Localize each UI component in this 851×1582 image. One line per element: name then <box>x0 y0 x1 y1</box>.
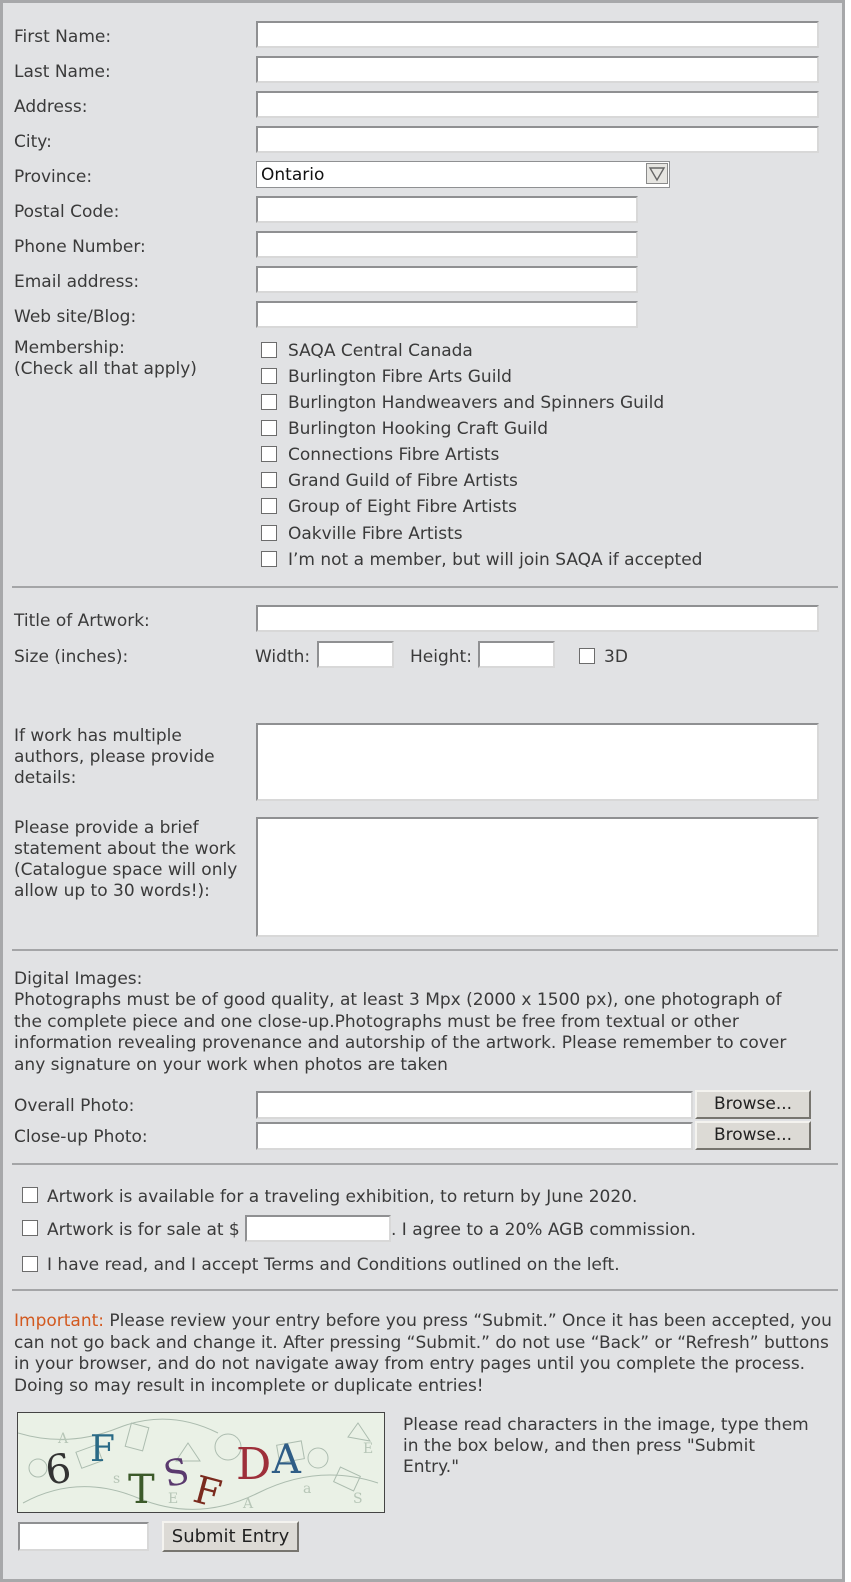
city-input[interactable] <box>256 126 819 153</box>
first-name-input[interactable] <box>256 21 819 48</box>
for-sale-label: Artwork is for sale at $ <box>47 1220 240 1240</box>
submit-entry-button[interactable]: Submit Entry <box>162 1521 299 1552</box>
height-label: Height: <box>410 647 472 667</box>
statement-label: statement about the work <box>14 839 236 859</box>
for-sale-checkbox[interactable] <box>22 1220 38 1236</box>
membership-checkbox[interactable] <box>261 525 277 541</box>
membership-checkbox[interactable] <box>261 342 277 358</box>
last-name-label: Last Name: <box>14 62 111 82</box>
membership-option-label: SAQA Central Canada <box>288 341 473 361</box>
membership-option-label: Connections Fibre Artists <box>288 445 500 465</box>
address-label: Address: <box>14 97 88 117</box>
phone-input[interactable] <box>256 231 638 258</box>
svg-text:S: S <box>353 1491 363 1507</box>
closeup-photo-input[interactable] <box>256 1122 693 1150</box>
important-text: Please review your entry before you pres… <box>14 1311 832 1396</box>
artwork-title-input[interactable] <box>256 605 819 632</box>
section-divider <box>12 949 838 951</box>
captcha-instructions: Please read characters in the image, typ… <box>403 1415 809 1477</box>
membership-option-label: Burlington Fibre Arts Guild <box>288 367 512 387</box>
membership-option-label: Oakville Fibre Artists <box>288 524 463 544</box>
captcha-input[interactable] <box>18 1522 149 1551</box>
svg-text:s: s <box>113 1471 120 1487</box>
3d-label: 3D <box>604 647 628 667</box>
membership-option-label: Burlington Handweavers and Spinners Guil… <box>288 393 665 413</box>
closeup-photo-label: Close-up Photo: <box>14 1127 148 1147</box>
svg-text:F: F <box>90 1429 115 1470</box>
statement-label: allow up to 30 words!): <box>14 881 210 901</box>
captcha-image: AsEaSAE 6 F T S F D A <box>17 1412 385 1513</box>
important-notice: Important: Please review your entry befo… <box>14 1311 834 1397</box>
last-name-input[interactable] <box>256 56 819 83</box>
postal-code-input[interactable] <box>256 196 638 223</box>
accept-terms-label: I have read, and I accept Terms and Cond… <box>47 1255 620 1275</box>
images-heading: Digital Images: <box>14 969 143 989</box>
membership-option-label: Group of Eight Fibre Artists <box>288 497 517 517</box>
email-label: Email address: <box>14 272 140 292</box>
width-label: Width: <box>255 647 311 667</box>
svg-text:T: T <box>128 1467 155 1512</box>
authors-label: authors, please provide <box>14 747 215 767</box>
closeup-browse-button[interactable]: Browse... <box>695 1121 811 1150</box>
membership-checkbox[interactable] <box>261 394 277 410</box>
height-input[interactable] <box>478 641 555 668</box>
membership-checkbox[interactable] <box>261 551 277 567</box>
traveling-checkbox[interactable] <box>22 1187 38 1203</box>
svg-text:a: a <box>303 1481 311 1497</box>
svg-text:E: E <box>363 1441 373 1457</box>
postal-code-label: Postal Code: <box>14 202 120 222</box>
membership-option-label: I’m not a member, but will join SAQA if … <box>288 550 703 570</box>
authors-textarea[interactable] <box>256 723 819 801</box>
phone-label: Phone Number: <box>14 237 146 257</box>
membership-checkbox[interactable] <box>261 498 277 514</box>
important-label: Important: <box>14 1311 105 1331</box>
traveling-label: Artwork is available for a traveling exh… <box>47 1187 638 1207</box>
section-divider <box>12 586 838 588</box>
authors-label: details: <box>14 768 77 788</box>
membership-checkbox[interactable] <box>261 368 277 384</box>
width-input[interactable] <box>317 641 394 668</box>
statement-label: Please provide a brief <box>14 818 199 838</box>
first-name-label: First Name: <box>14 27 112 47</box>
artwork-title-label: Title of Artwork: <box>14 611 150 631</box>
website-input[interactable] <box>256 301 638 328</box>
membership-label: Membership: <box>14 338 125 358</box>
membership-checkbox[interactable] <box>261 472 277 488</box>
overall-photo-input[interactable] <box>256 1091 693 1119</box>
membership-checkbox[interactable] <box>261 420 277 436</box>
section-divider <box>12 1289 838 1291</box>
svg-text:A: A <box>271 1437 302 1483</box>
svg-text:D: D <box>236 1439 271 1490</box>
website-label: Web site/Blog: <box>14 307 137 327</box>
commission-label: . I agree to a 20% AGB commission. <box>391 1220 697 1240</box>
chevron-down-icon[interactable] <box>646 163 668 184</box>
membership-option-label: Burlington Hooking Craft Guild <box>288 419 549 439</box>
city-label: City: <box>14 132 52 152</box>
province-select[interactable]: Ontario <box>256 161 670 188</box>
entry-form: First Name: Last Name: Address: City: Pr… <box>0 0 845 1582</box>
province-selected-value: Ontario <box>261 165 325 185</box>
statement-label: (Catalogue space will only <box>14 860 238 880</box>
membership-checkbox[interactable] <box>261 446 277 462</box>
membership-option-label: Grand Guild of Fibre Artists <box>288 471 518 491</box>
overall-browse-button[interactable]: Browse... <box>695 1090 811 1119</box>
svg-text:A: A <box>242 1496 254 1512</box>
authors-label: If work has multiple <box>14 726 182 746</box>
images-description: Photographs must be of good quality, at … <box>14 990 787 1075</box>
section-divider <box>12 1163 838 1165</box>
address-input[interactable] <box>256 91 819 118</box>
statement-textarea[interactable] <box>256 817 819 937</box>
size-label: Size (inches): <box>14 647 129 667</box>
3d-checkbox[interactable] <box>579 648 595 664</box>
overall-photo-label: Overall Photo: <box>14 1096 135 1116</box>
sale-price-input[interactable] <box>245 1215 391 1242</box>
membership-hint: (Check all that apply) <box>14 359 197 379</box>
email-input[interactable] <box>256 266 638 293</box>
province-label: Province: <box>14 167 93 187</box>
accept-terms-checkbox[interactable] <box>22 1256 38 1272</box>
